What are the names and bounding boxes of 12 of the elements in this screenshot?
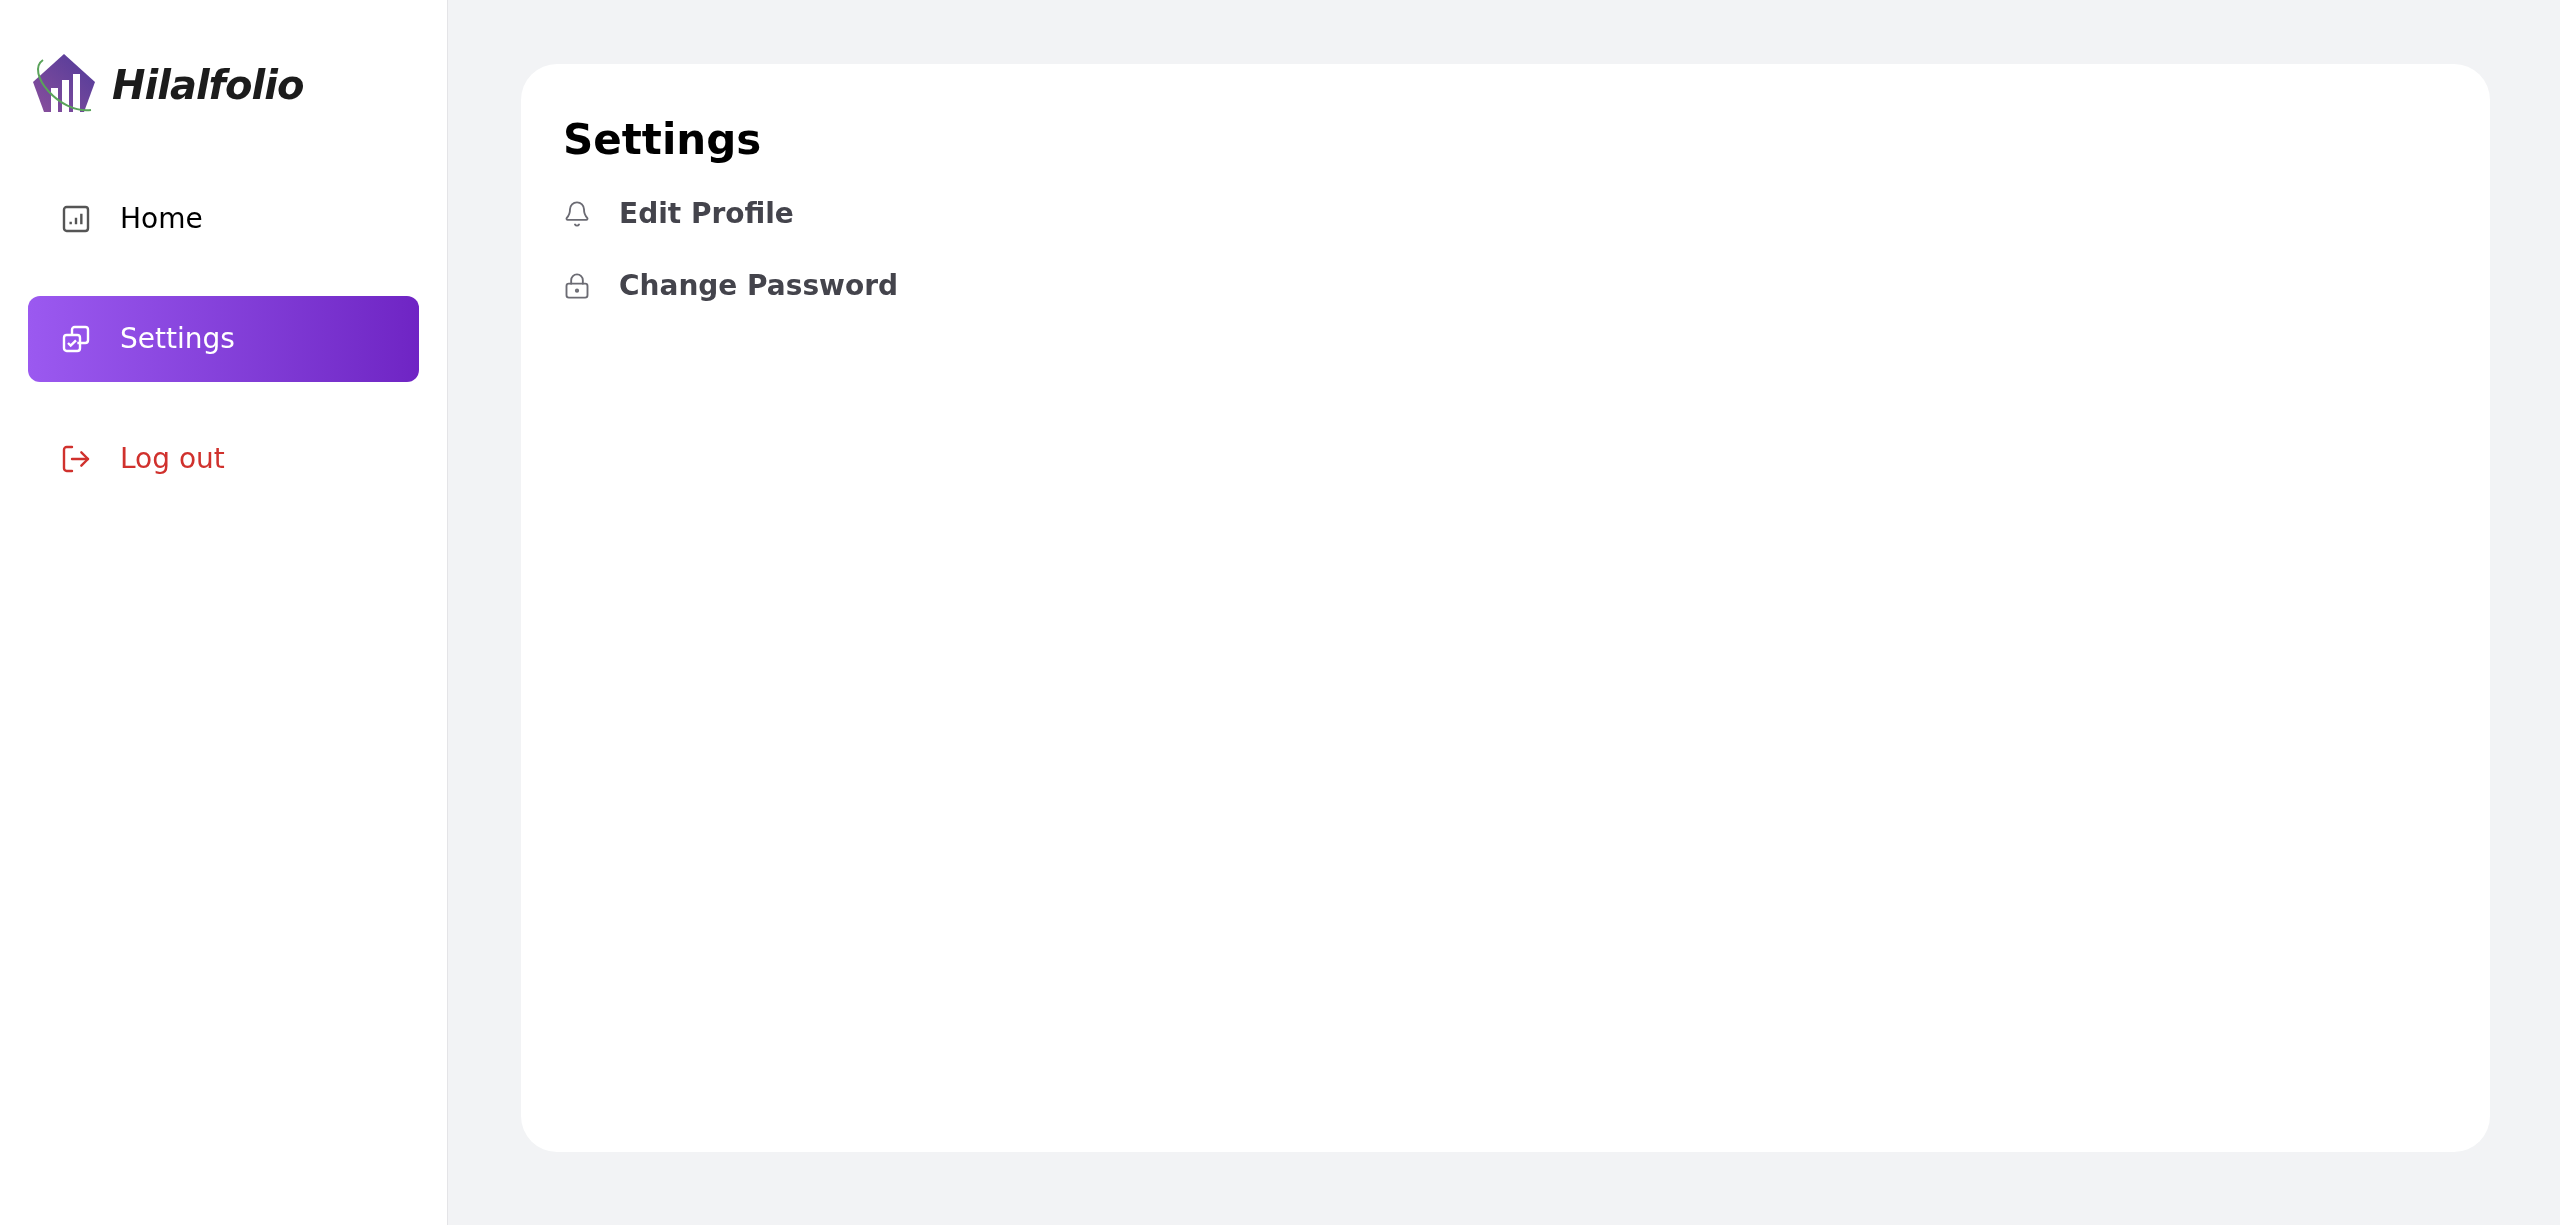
bell-icon [563,200,591,228]
nav-item[interactable]: Settings [28,296,419,382]
brand-name: Hilalfolio [112,61,304,110]
lock-icon [563,272,591,300]
nav-item[interactable]: Home [28,176,419,262]
logout-icon [60,443,92,475]
settings-link[interactable]: Edit Profile [563,193,794,235]
settings-link[interactable]: Change Password [563,265,899,307]
checked-squares-icon [60,323,92,355]
nav-item[interactable]: Log out [28,416,419,502]
bar-chart-icon [60,203,92,235]
page-title: Settings [563,114,763,166]
